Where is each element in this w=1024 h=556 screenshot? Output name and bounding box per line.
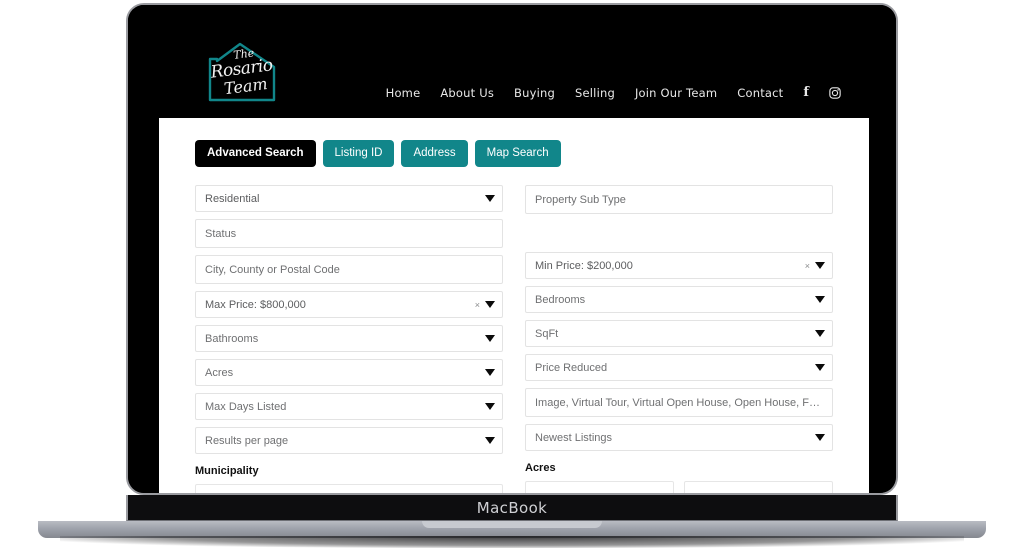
acres-min-input[interactable] [525, 481, 674, 493]
acres-heading: Acres [525, 462, 556, 474]
chevron-down-icon [815, 434, 825, 441]
site-logo[interactable]: The Rosario Team [200, 37, 284, 107]
sort-order-value: Newest Listings [535, 431, 613, 444]
max-price-value: Max Price: $800,000 [205, 298, 306, 311]
laptop-bottom-bezel: MacBook [126, 495, 898, 521]
results-per-page-select[interactable]: Results per page [195, 427, 503, 454]
media-features-select[interactable]: Image, Virtual Tour, Virtual Open House,… [525, 388, 833, 417]
laptop-screen: The Rosario Team Home About Us Buying Se… [126, 3, 898, 495]
media-features-placeholder: Image, Virtual Tour, Virtual Open House,… [535, 396, 825, 409]
results-per-page-placeholder: Results per page [205, 434, 289, 447]
nav-item-about-us[interactable]: About Us [440, 86, 494, 100]
page-content-panel: Advanced Search Listing ID Address Map S… [159, 118, 869, 493]
municipality-field-row [195, 484, 503, 493]
chevron-down-icon [485, 301, 495, 308]
location-input[interactable]: City, County or Postal Code [195, 255, 503, 284]
column-offset-spacer-2 [525, 228, 833, 235]
chevron-down-icon [815, 262, 825, 269]
status-placeholder: Status [205, 227, 237, 240]
chevron-down-icon [485, 403, 495, 410]
bathrooms-placeholder: Bathrooms [205, 332, 259, 345]
tab-advanced-search[interactable]: Advanced Search [195, 140, 316, 167]
bathrooms-select[interactable]: Bathrooms [195, 325, 503, 352]
location-placeholder: City, County or Postal Code [205, 263, 340, 276]
property-sub-type-placeholder: Property Sub Type [535, 193, 626, 206]
facebook-icon[interactable]: f [803, 85, 809, 100]
main-navigation: Home About Us Buying Selling Join Our Te… [386, 85, 841, 100]
tab-listing-id[interactable]: Listing ID [322, 140, 395, 167]
laptop-mockup: The Rosario Team Home About Us Buying Se… [0, 0, 1024, 556]
search-form-left-column: Residential Status City, County or Posta… [195, 185, 503, 493]
nav-item-contact[interactable]: Contact [737, 86, 783, 100]
nav-item-home[interactable]: Home [386, 86, 421, 100]
municipality-heading: Municipality [195, 465, 259, 477]
chevron-down-icon [485, 437, 495, 444]
website-viewport: The Rosario Team Home About Us Buying Se… [128, 5, 896, 493]
macbook-wordmark: MacBook [476, 498, 548, 517]
search-form: Residential Status City, County or Posta… [195, 185, 833, 493]
chevron-down-icon [815, 364, 825, 371]
bedrooms-select[interactable]: Bedrooms [525, 286, 833, 313]
property-type-select[interactable]: Residential [195, 185, 503, 212]
column-offset-spacer-3 [525, 235, 833, 252]
chevron-down-icon [815, 330, 825, 337]
max-price-select[interactable]: Max Price: $800,000 × [195, 291, 503, 318]
min-price-value: Min Price: $200,000 [535, 259, 633, 272]
chevron-down-icon [485, 335, 495, 342]
price-reduced-select[interactable]: Price Reduced [525, 354, 833, 381]
municipality-input[interactable] [195, 484, 503, 493]
max-days-listed-select[interactable]: Max Days Listed [195, 393, 503, 420]
instagram-icon[interactable] [829, 86, 841, 99]
sort-order-select[interactable]: Newest Listings [525, 424, 833, 451]
acres-field-row [525, 481, 833, 493]
sqft-placeholder: SqFt [535, 327, 559, 340]
chevron-down-icon [485, 195, 495, 202]
search-mode-tabs: Advanced Search Listing ID Address Map S… [195, 140, 833, 167]
property-type-value: Residential [205, 192, 260, 205]
acres-select[interactable]: Acres [195, 359, 503, 386]
sqft-select[interactable]: SqFt [525, 320, 833, 347]
chevron-down-icon [485, 369, 495, 376]
laptop-base-notch [422, 521, 602, 528]
column-offset-spacer [525, 221, 833, 228]
nav-item-join-our-team[interactable]: Join Our Team [635, 86, 717, 100]
acres-placeholder: Acres [205, 366, 234, 379]
bedrooms-placeholder: Bedrooms [535, 293, 586, 306]
clear-icon[interactable]: × [475, 300, 480, 310]
acres-max-input[interactable] [684, 481, 833, 493]
clear-icon[interactable]: × [805, 261, 810, 271]
min-price-select[interactable]: Min Price: $200,000 × [525, 252, 833, 279]
site-header: The Rosario Team Home About Us Buying Se… [128, 5, 896, 118]
nav-item-buying[interactable]: Buying [514, 86, 555, 100]
tab-map-search[interactable]: Map Search [474, 140, 561, 167]
property-sub-type-select[interactable]: Property Sub Type [525, 185, 833, 214]
property-search-widget: Advanced Search Listing ID Address Map S… [159, 118, 869, 493]
max-days-listed-placeholder: Max Days Listed [205, 400, 287, 413]
tab-address[interactable]: Address [401, 140, 468, 167]
price-reduced-placeholder: Price Reduced [535, 361, 608, 374]
laptop-shadow [60, 536, 964, 548]
search-form-right-column: Property Sub Type Min Price: $200,000 × [525, 185, 833, 493]
nav-item-selling[interactable]: Selling [575, 86, 615, 100]
status-select[interactable]: Status [195, 219, 503, 248]
chevron-down-icon [815, 296, 825, 303]
house-outline-icon [208, 42, 276, 102]
